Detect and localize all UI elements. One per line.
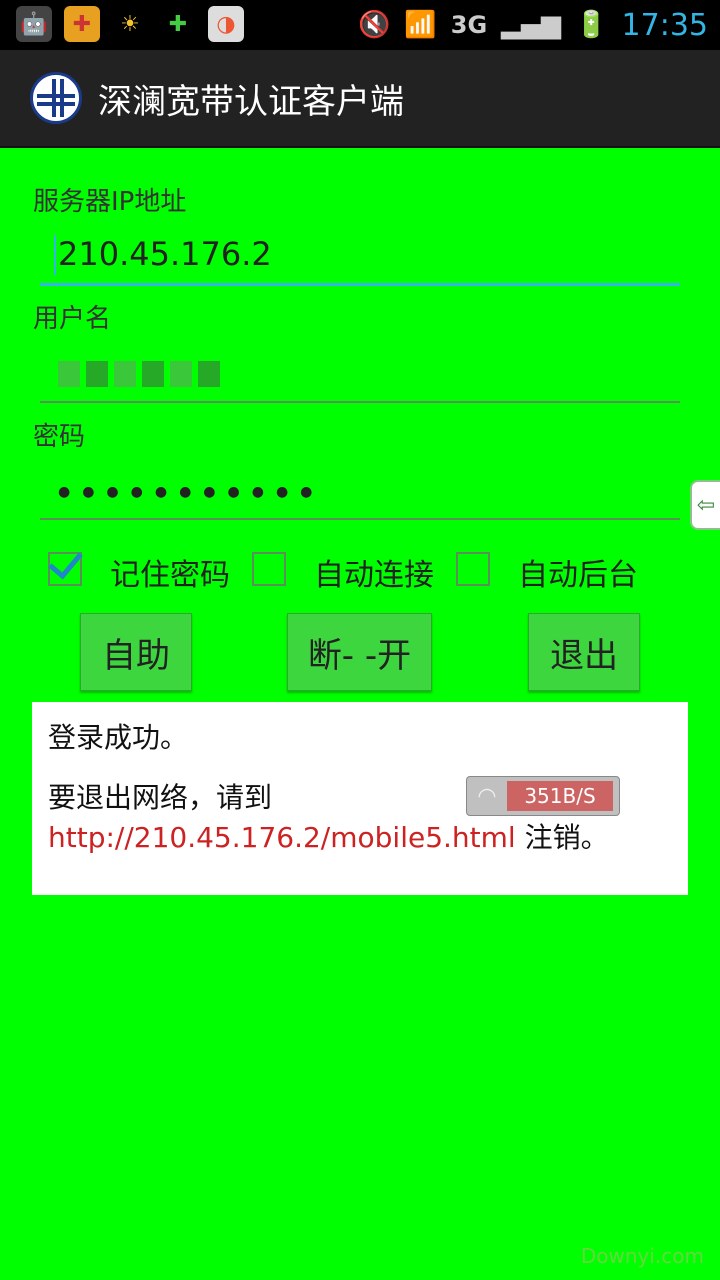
username-pixelated — [58, 361, 220, 387]
speed-rate: 351B/S — [507, 781, 613, 811]
server-ip-input[interactable]: 210.45.176.2 — [40, 226, 680, 286]
help-button[interactable]: 自助 — [80, 613, 192, 691]
password-input[interactable]: ●●●●●●●●●●● — [40, 460, 680, 520]
auto-connect-label: 自动连接 — [314, 558, 434, 593]
speed-widget[interactable]: ◠ 351B/S — [466, 776, 620, 816]
exit-button[interactable]: 退出 — [528, 613, 640, 691]
plus-icon: ✚ — [168, 11, 188, 37]
auto-background-label: 自动后台 — [518, 558, 638, 593]
text-cursor — [54, 235, 56, 275]
battery-icon: 🔋 — [575, 10, 608, 40]
password-label: 密码 — [33, 422, 86, 452]
password-mask: ●●●●●●●●●●● — [58, 484, 325, 500]
username-label: 用户名 — [33, 304, 112, 334]
notification-icons: 🤖 ✚ ☀ ✚ ◑ — [16, 6, 244, 42]
weather-icon: ☀ — [120, 11, 140, 37]
app-icon: ✚ — [64, 6, 100, 42]
network-type: 3G — [450, 11, 488, 39]
app-title: 深澜宽带认证客户端 — [98, 82, 404, 122]
store-icon: ◑ — [208, 6, 244, 42]
app-logo-icon — [30, 72, 82, 124]
auto-background-checkbox[interactable] — [456, 552, 490, 586]
remember-password-label: 记住密码 — [110, 558, 230, 593]
clock: 17:35 — [621, 7, 708, 43]
instructions-prefix: 要退出网络，请到 — [48, 781, 273, 814]
action-bar: 深澜宽带认证客户端 — [0, 50, 720, 148]
mute-icon: 🔇 — [358, 10, 391, 40]
remember-password-checkbox[interactable] — [48, 552, 82, 586]
watermark: Downyi.com — [580, 1244, 704, 1268]
wifi-icon: ◠ — [477, 783, 497, 809]
auto-connect-checkbox[interactable] — [252, 552, 286, 586]
disconnect-button[interactable]: 断- -开 — [287, 613, 432, 691]
logout-link[interactable]: http://210.45.176.2/mobile5.html — [48, 821, 516, 854]
login-success-text: 登录成功。 — [48, 721, 189, 754]
side-drawer-handle[interactable]: ⇦ — [690, 480, 720, 530]
android-icon: 🤖 — [16, 6, 52, 42]
server-ip-value: 210.45.176.2 — [58, 235, 272, 273]
status-bar: 🤖 ✚ ☀ ✚ ◑ 🔇 📶 3G ▂▄▆ 🔋 17:35 — [0, 0, 720, 50]
signal-icon: ▂▄▆ — [501, 10, 562, 40]
options-row: 记住密码 自动连接 自动后台 — [46, 548, 686, 593]
server-ip-label: 服务器IP地址 — [33, 187, 187, 217]
username-input[interactable] — [40, 343, 680, 403]
arrow-left-icon: ⇦ — [696, 492, 716, 518]
wifi-icon: 📶 — [404, 10, 437, 40]
instructions-suffix: 注销。 — [515, 821, 609, 854]
system-icons: 🔇 📶 3G ▂▄▆ 🔋 17:35 — [358, 6, 708, 44]
